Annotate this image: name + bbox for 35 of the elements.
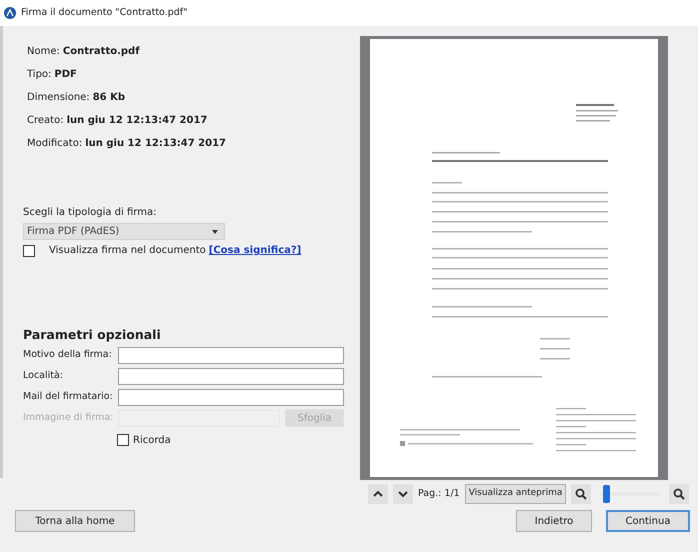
- zoom-out-button[interactable]: [571, 484, 592, 504]
- dialog-button[interactable]: Indietro: [516, 510, 592, 532]
- field-label: Località:: [23, 369, 64, 384]
- checkbox-label: Ricorda: [133, 434, 171, 448]
- magnifier-icon: [673, 488, 686, 500]
- help-link[interactable]: [Cosa significa?]: [208, 243, 302, 258]
- preview-button[interactable]: Visualizza anteprima: [464, 484, 566, 504]
- signature-type-dropdown[interactable]: Firma PDF (PAdES): [23, 223, 225, 240]
- checkbox[interactable]: [23, 244, 35, 256]
- info-line: Creato: lun giu 12 12:13:47 2017: [27, 114, 208, 128]
- dialog-button[interactable]: Continua: [606, 510, 690, 532]
- input-field[interactable]: [118, 388, 344, 406]
- info-line: Modificato: lun giu 12 12:13:47 2017: [27, 137, 228, 151]
- previous-page-button[interactable]: [368, 484, 388, 504]
- field-label: Motivo della firma:: [23, 348, 113, 362]
- info-line: Tipo: PDF: [27, 68, 78, 82]
- window-title: Firma il documento "Contratto.pdf": [21, 6, 188, 20]
- caret-icon: [212, 230, 218, 234]
- page-indicator: Pag.: 1/1: [418, 486, 460, 501]
- checkbox[interactable]: [117, 434, 129, 446]
- next-page-button[interactable]: [393, 484, 413, 504]
- magnifier-icon: [575, 488, 588, 500]
- slider-thumb[interactable]: [603, 485, 610, 503]
- field-label: Mail del firmatario:: [23, 390, 114, 404]
- dialog-button[interactable]: Torna alla home: [15, 510, 135, 532]
- input-field[interactable]: [118, 346, 344, 364]
- app-icon: [4, 7, 16, 19]
- info-line: Nome: Contratto.pdf: [27, 45, 141, 59]
- section-title: Parametri opzionali: [23, 326, 162, 344]
- field-label: Immagine di firma:: [23, 411, 114, 426]
- info-line: Dimensione: 86 Kb: [27, 91, 126, 105]
- field-label: Scegli la tipologia di firma:: [23, 206, 158, 220]
- input-field[interactable]: [118, 368, 344, 385]
- zoom-in-button[interactable]: [669, 484, 690, 504]
- checkbox-label: Visualizza firma nel documento: [49, 244, 206, 258]
